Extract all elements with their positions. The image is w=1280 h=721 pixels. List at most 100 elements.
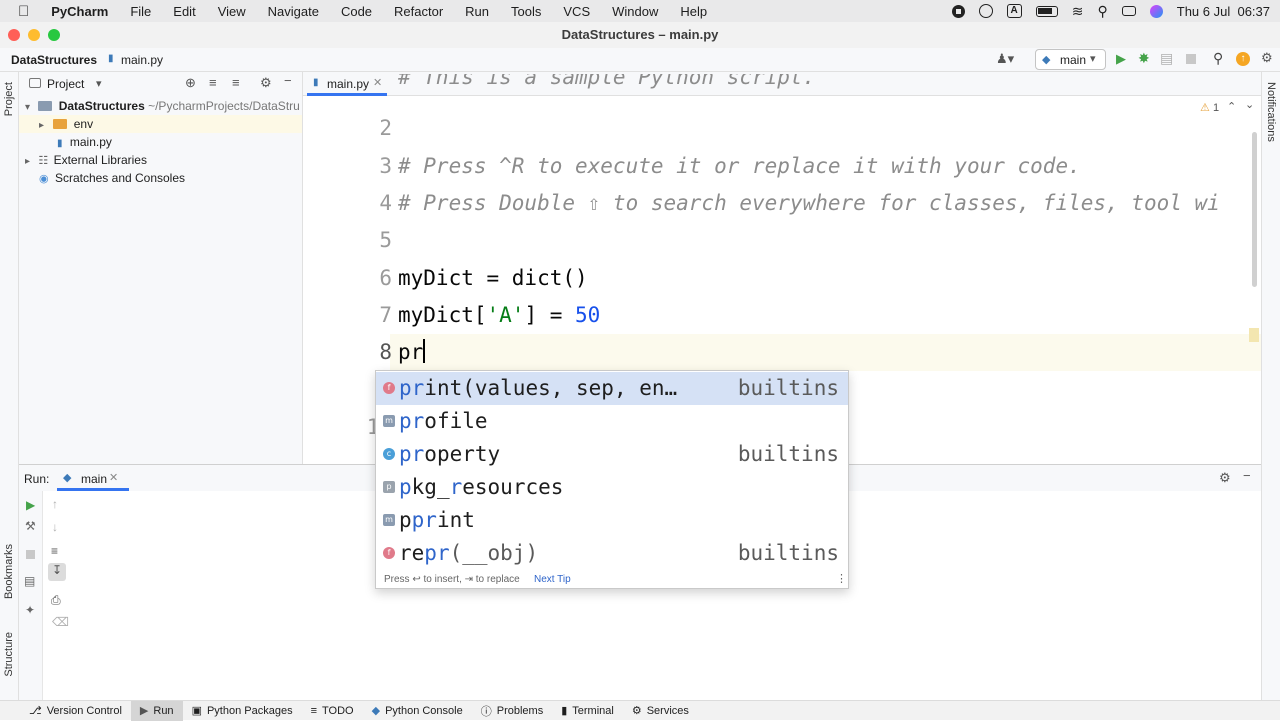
stop-button[interactable]: [1186, 54, 1196, 64]
user-icon[interactable]: ♟▾: [996, 51, 1014, 67]
menu-vcs[interactable]: VCS: [552, 4, 601, 19]
battery-icon[interactable]: [1035, 5, 1058, 17]
warning-count[interactable]: 1: [1213, 102, 1219, 114]
tree-item-scratches[interactable]: ◉ Scratches and Consoles: [39, 169, 185, 187]
structure-tool-label[interactable]: Structure: [3, 632, 15, 677]
settings-icon[interactable]: ⚙: [1261, 50, 1273, 66]
tree-root[interactable]: ▾ DataStructures ~/PycharmProjects/DataS…: [25, 97, 300, 115]
menu-refactor[interactable]: Refactor: [383, 4, 454, 19]
menu-navigate[interactable]: Navigate: [257, 4, 330, 19]
update-icon[interactable]: ↑: [1236, 52, 1250, 66]
tool-python-console[interactable]: ◆ Python Console: [363, 701, 472, 721]
bookmarks-tool-label[interactable]: Bookmarks: [3, 544, 15, 599]
coverage-button[interactable]: ▤: [1160, 50, 1173, 67]
menu-help[interactable]: Help: [669, 4, 718, 19]
locate-icon[interactable]: ⊕: [185, 75, 196, 91]
code-line[interactable]: myDict = dict(): [398, 260, 588, 297]
menu-app-name[interactable]: PyCharm: [40, 4, 119, 19]
down-arrow-icon[interactable]: ↓: [52, 520, 58, 534]
minimize-window-button[interactable]: [28, 29, 40, 41]
completion-item[interactable]: p pkg_resources: [376, 471, 848, 504]
tool-run[interactable]: ▶ Run: [130, 700, 183, 721]
warning-icon[interactable]: ⚠: [1200, 101, 1210, 114]
menu-run[interactable]: Run: [454, 4, 500, 19]
up-arrow-icon[interactable]: ↑: [52, 497, 58, 511]
layout-icon[interactable]: ▤: [24, 574, 35, 588]
breadcrumb-project[interactable]: DataStructures: [11, 53, 97, 67]
tree-item-env[interactable]: ▸ env: [19, 115, 302, 133]
close-icon[interactable]: ✕: [373, 76, 382, 89]
search-everywhere-icon[interactable]: ⚲: [1213, 50, 1223, 67]
siri-icon[interactable]: [1149, 4, 1163, 18]
tool-todo[interactable]: ≡ TODO: [302, 701, 363, 721]
close-icon[interactable]: ✕: [109, 471, 118, 484]
hide-panel-icon[interactable]: −: [284, 73, 292, 88]
control-center-icon[interactable]: [1121, 6, 1136, 16]
print-icon[interactable]: ⎙: [51, 593, 61, 608]
tree-item-main-py[interactable]: ▮ main.py: [57, 133, 112, 151]
close-window-button[interactable]: [8, 29, 20, 41]
breadcrumb-file[interactable]: main.py: [121, 53, 163, 67]
completion-item[interactable]: m profile: [376, 405, 848, 438]
tool-python-packages[interactable]: ▣ Python Packages: [183, 701, 302, 721]
menu-code[interactable]: Code: [330, 4, 383, 19]
run-button[interactable]: ▶: [1116, 51, 1126, 67]
gear-icon[interactable]: ⚙: [260, 75, 272, 91]
code-line[interactable]: # Press Double ⇧ to search everywhere fo…: [398, 185, 1261, 222]
record-icon[interactable]: [951, 4, 965, 18]
clock-text[interactable]: Thu 6 Jul 06:37: [1177, 4, 1270, 19]
project-panel-title[interactable]: Project: [47, 77, 84, 91]
code-line[interactable]: # This is a sample Python script.: [398, 74, 815, 94]
play-status-icon[interactable]: [978, 4, 993, 18]
package-icon: ▣: [191, 705, 202, 717]
menu-file[interactable]: File: [119, 4, 162, 19]
completion-item[interactable]: c property builtins: [376, 438, 848, 471]
completion-item[interactable]: f repr(__obj) builtins: [376, 537, 848, 570]
pin-icon[interactable]: ✦: [25, 603, 35, 617]
zoom-window-button[interactable]: [48, 29, 60, 41]
chevron-down-icon[interactable]: ▾: [96, 77, 102, 90]
more-options-icon[interactable]: ⋮: [836, 572, 847, 585]
wifi-icon[interactable]: ≋: [1072, 3, 1084, 20]
menu-edit[interactable]: Edit: [162, 4, 206, 19]
code-line-current[interactable]: pr: [398, 334, 426, 371]
tab-main-py[interactable]: ▮ main.py ✕: [307, 72, 387, 96]
tool-version-control[interactable]: ⎇ Version Control: [20, 701, 131, 721]
expand-all-icon[interactable]: ≡: [209, 75, 217, 90]
next-highlight-icon[interactable]: ⌄: [1245, 98, 1254, 111]
search-icon[interactable]: ⚲: [1098, 3, 1108, 20]
code-line[interactable]: # Press ^R to execute it or replace it w…: [398, 148, 1081, 185]
line-number: 4: [379, 191, 392, 215]
trash-icon[interactable]: ⌫: [52, 615, 69, 629]
tool-problems[interactable]: ⓘ Problems: [472, 701, 552, 721]
gear-icon[interactable]: ⚙: [1219, 470, 1231, 486]
collapse-all-icon[interactable]: ≡: [232, 75, 240, 90]
run-tab-main[interactable]: ◆ main ✕: [57, 465, 129, 491]
project-tool-label[interactable]: Project: [3, 82, 15, 116]
tool-python-console-label: Python Console: [385, 704, 463, 717]
previous-highlight-icon[interactable]: ⌃: [1227, 100, 1236, 113]
apple-icon[interactable]: : [0, 3, 40, 20]
hide-panel-icon[interactable]: −: [1243, 468, 1251, 483]
tool-terminal[interactable]: ▮ Terminal: [552, 701, 623, 721]
next-tip-link[interactable]: Next Tip: [534, 574, 571, 585]
menu-window[interactable]: Window: [601, 4, 669, 19]
scroll-to-end-icon[interactable]: ↧: [48, 563, 66, 581]
keyboard-input-icon[interactable]: A: [1006, 4, 1022, 18]
warning-stripe-marker[interactable]: [1249, 328, 1259, 342]
menu-view[interactable]: View: [207, 4, 257, 19]
debug-button[interactable]: ✸: [1138, 50, 1150, 67]
rerun-icon[interactable]: ▶: [26, 498, 35, 512]
wrench-icon[interactable]: ⚒: [25, 519, 36, 533]
completion-item[interactable]: m pprint: [376, 504, 848, 537]
completion-item[interactable]: f print(values, sep, en… builtins: [376, 372, 848, 405]
code-line[interactable]: myDict['A'] = 50: [398, 297, 600, 334]
code-token: ] =: [524, 303, 576, 327]
run-config-selector[interactable]: ◆ main ▾: [1035, 49, 1106, 70]
soft-wrap-icon[interactable]: ≡: [51, 544, 58, 558]
menu-tools[interactable]: Tools: [500, 4, 552, 19]
tool-services[interactable]: ⚙ Services: [623, 701, 698, 721]
notifications-tool-label[interactable]: Notifications: [1265, 82, 1277, 142]
stop-icon[interactable]: [26, 550, 35, 559]
tree-item-external-libraries[interactable]: ▸ ☷ External Libraries: [25, 151, 147, 169]
